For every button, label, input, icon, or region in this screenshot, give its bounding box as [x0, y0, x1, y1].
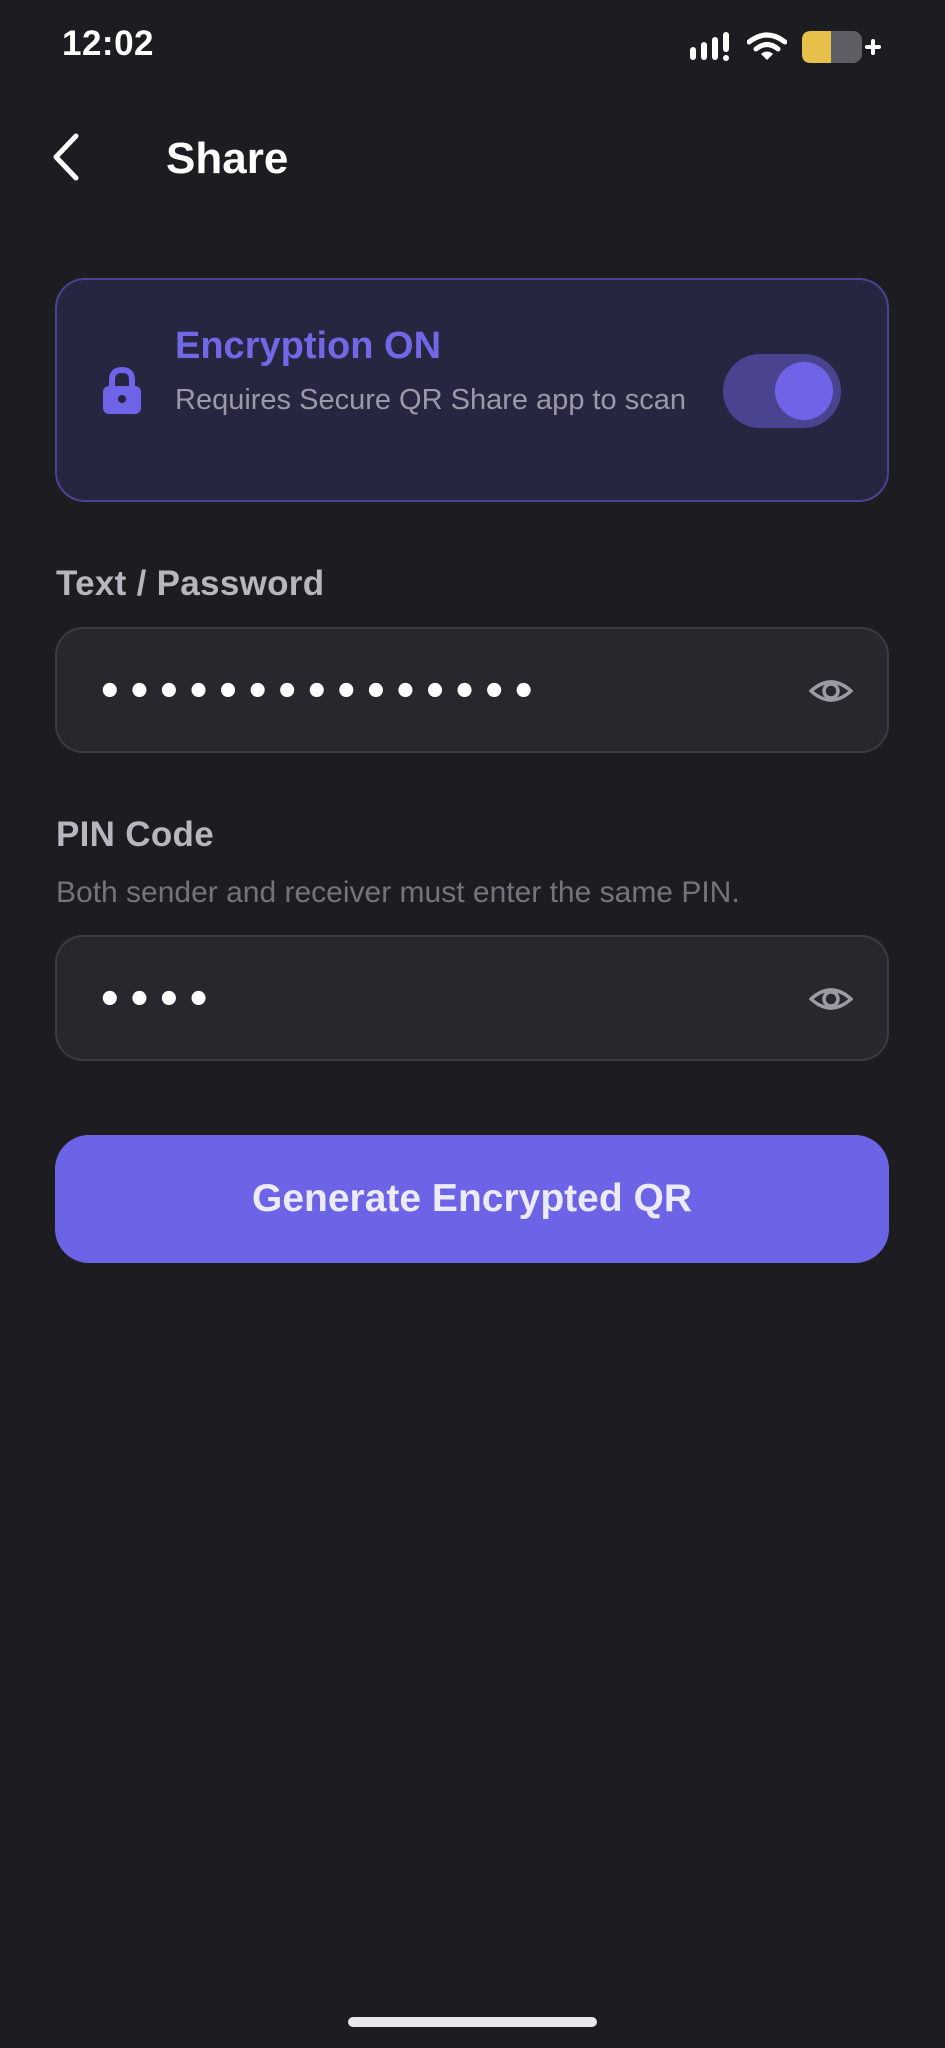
- pin-code-input[interactable]: ••••: [55, 935, 889, 1061]
- back-button[interactable]: [40, 126, 90, 192]
- text-password-value: •••••••••••••••: [97, 669, 541, 715]
- encryption-card: Encryption ON Requires Secure QR Share a…: [55, 278, 889, 502]
- encryption-subtitle: Requires Secure QR Share app to scan: [175, 384, 686, 416]
- text-password-input[interactable]: •••••••••••••••: [55, 627, 889, 753]
- pin-code-hint: Both sender and receiver must enter the …: [56, 876, 740, 909]
- text-password-label: Text / Password: [56, 564, 325, 603]
- wifi-icon: [747, 32, 787, 62]
- eye-icon[interactable]: [808, 977, 854, 1021]
- share-screen: 12:02 Share Encryption ON Requires Secur…: [0, 0, 945, 2048]
- encryption-title: Encryption ON: [175, 325, 442, 367]
- status-time: 12:02: [62, 24, 155, 63]
- battery-charging-icon: [801, 30, 881, 64]
- toggle-knob: [775, 362, 833, 420]
- page-title: Share: [166, 134, 289, 183]
- encryption-toggle[interactable]: [723, 354, 841, 428]
- pin-code-value: ••••: [97, 977, 216, 1023]
- cellular-signal-icon: [689, 32, 733, 62]
- home-indicator[interactable]: [348, 2017, 597, 2027]
- status-icons: [689, 28, 881, 66]
- chevron-left-icon: [50, 133, 80, 186]
- lock-icon: [101, 366, 143, 416]
- eye-icon[interactable]: [808, 669, 854, 713]
- pin-code-label: PIN Code: [56, 815, 214, 854]
- generate-encrypted-qr-button[interactable]: Generate Encrypted QR: [55, 1135, 889, 1263]
